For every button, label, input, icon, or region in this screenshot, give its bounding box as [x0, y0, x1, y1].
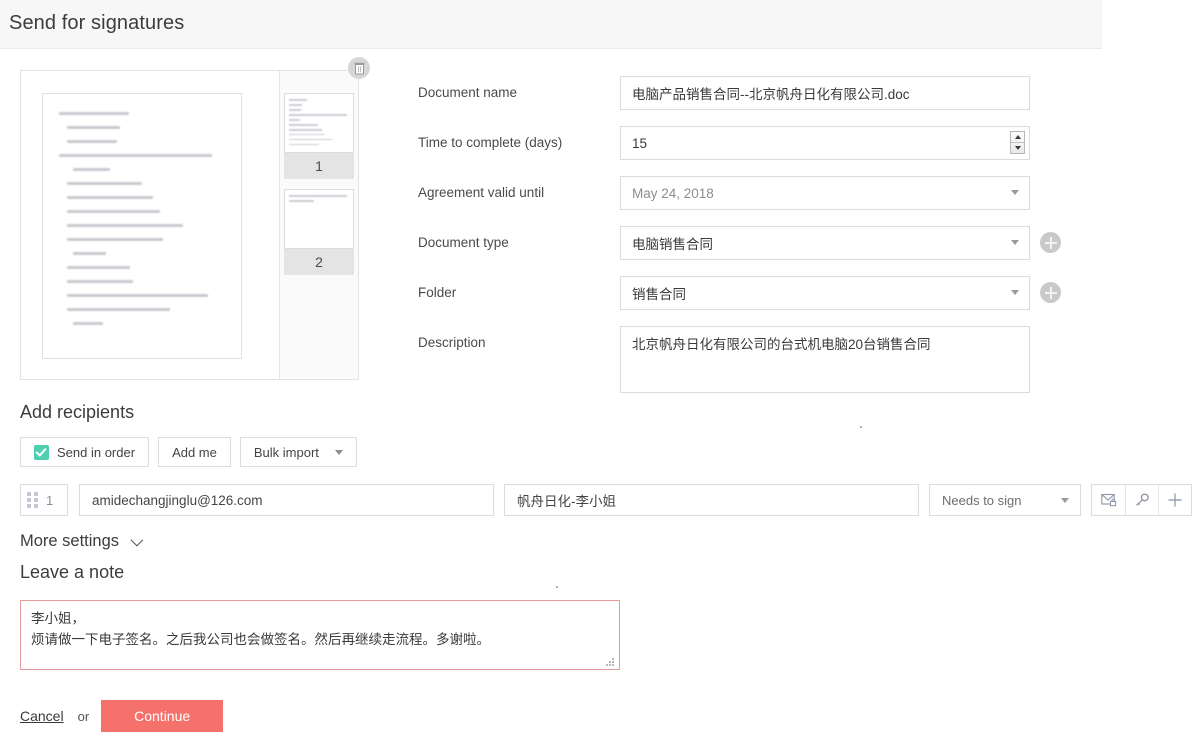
time-to-complete-input[interactable]: [620, 126, 1030, 160]
document-type-select[interactable]: [620, 226, 1030, 260]
secure-mail-icon: [1101, 493, 1117, 507]
field-time-to-complete: Time to complete (days): [418, 126, 1078, 160]
chevron-down-icon: [131, 534, 144, 547]
time-to-complete-label: Time to complete (days): [418, 126, 620, 150]
form-actions: Cancel or Continue: [20, 700, 223, 732]
chevron-down-icon: [1061, 498, 1069, 503]
recipient-row: 1 Needs to sign: [20, 484, 1192, 516]
artifact-speck: [556, 586, 558, 588]
field-folder: Folder: [418, 276, 1078, 310]
description-label: Description: [418, 326, 620, 350]
recipient-drag-handle[interactable]: 1: [20, 484, 68, 516]
thumbnail-page-1-number: 1: [284, 153, 354, 179]
delete-document-button[interactable]: [348, 57, 370, 79]
thumbnail-page-1-preview: [284, 93, 354, 153]
field-document-type: Document type: [418, 226, 1078, 260]
document-thumbnail-strip: 1 2: [280, 71, 358, 379]
thumbnail-page-1[interactable]: 1: [284, 93, 354, 179]
recipient-name-input[interactable]: [504, 484, 919, 516]
add-recipients-heading: Add recipients: [20, 402, 134, 423]
send-in-order-toggle[interactable]: Send in order: [20, 437, 149, 467]
recipient-toolbar: Send in order Add me Bulk import: [20, 437, 366, 467]
thumbnail-page-2[interactable]: 2: [284, 189, 354, 275]
agreement-valid-until-label: Agreement valid until: [418, 176, 620, 200]
document-name-input[interactable]: [620, 76, 1030, 110]
access-key-button[interactable]: [1125, 485, 1158, 515]
caret-up-icon: [1015, 135, 1021, 139]
continue-button[interactable]: Continue: [101, 700, 223, 732]
folder-label: Folder: [418, 276, 620, 300]
send-in-order-label: Send in order: [57, 445, 135, 460]
add-recipient-button[interactable]: [1158, 485, 1191, 515]
page-title: Send for signatures: [9, 12, 184, 35]
document-type-label: Document type: [418, 226, 620, 250]
key-icon: [1134, 493, 1150, 507]
document-page-content: [42, 93, 242, 359]
more-settings-toggle[interactable]: More settings: [20, 532, 140, 551]
field-agreement-valid-until: Agreement valid until: [418, 176, 1078, 210]
recipient-role-select[interactable]: Needs to sign: [929, 484, 1081, 516]
bulk-import-button[interactable]: Bulk import: [240, 437, 357, 467]
agreement-valid-until-select[interactable]: [620, 176, 1030, 210]
add-document-type-button[interactable]: [1040, 232, 1061, 253]
recipient-role-label: Needs to sign: [942, 493, 1022, 508]
or-text: or: [78, 709, 90, 724]
thumbnail-page-2-preview: [284, 189, 354, 249]
document-preview-main-page[interactable]: [21, 71, 280, 379]
add-me-button[interactable]: Add me: [158, 437, 231, 467]
more-settings-label: More settings: [20, 532, 119, 551]
leave-a-note-heading: Leave a note: [20, 562, 124, 583]
field-document-name: Document name: [418, 76, 1078, 110]
add-folder-button[interactable]: [1040, 282, 1061, 303]
field-description: Description 北京帆舟日化有限公司的台式机电脑20台销售合同: [418, 326, 1078, 398]
chevron-down-icon: [335, 450, 343, 455]
note-textarea[interactable]: 李小姐， 烦请做一下电子签名。之后我公司也会做签名。然后再继续走流程。多谢啦。: [20, 600, 620, 670]
bulk-import-label: Bulk import: [254, 445, 319, 460]
page-header: Send for signatures: [0, 0, 1102, 49]
add-me-label: Add me: [172, 445, 217, 460]
stepper-up-button[interactable]: [1011, 132, 1024, 142]
checkbox-checked-icon: [34, 445, 49, 460]
trash-icon: [354, 62, 365, 75]
recipient-actions: [1091, 484, 1192, 516]
plus-icon: [1167, 492, 1183, 508]
folder-select[interactable]: [620, 276, 1030, 310]
thumbnail-page-2-number: 2: [284, 249, 354, 275]
drag-grip-icon: [27, 492, 38, 508]
description-textarea[interactable]: 北京帆舟日化有限公司的台式机电脑20台销售合同: [620, 326, 1030, 393]
caret-down-icon: [1015, 146, 1021, 150]
stepper-down-button[interactable]: [1011, 142, 1024, 153]
artifact-speck: [860, 426, 862, 428]
recipient-index: 1: [46, 493, 53, 508]
time-to-complete-stepper[interactable]: [1010, 131, 1025, 154]
cancel-link[interactable]: Cancel: [20, 708, 64, 724]
document-settings-form: Document name Time to complete (days) Ag…: [418, 76, 1078, 414]
document-name-label: Document name: [418, 76, 620, 100]
recipient-email-input[interactable]: [79, 484, 494, 516]
document-preview: 1 2: [20, 70, 359, 380]
secure-mail-button[interactable]: [1092, 485, 1125, 515]
